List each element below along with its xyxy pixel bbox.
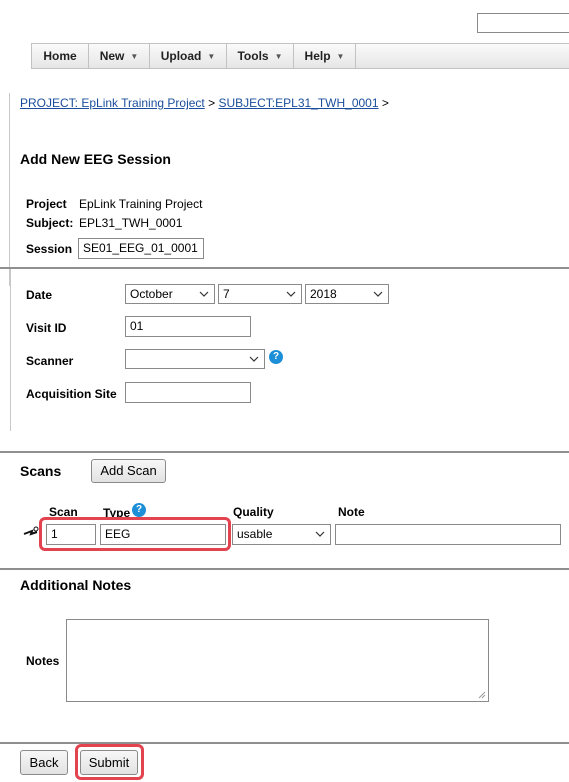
scanner-select[interactable] <box>125 349 265 369</box>
acquisition-site-input[interactable] <box>125 382 251 403</box>
notes-label: Notes <box>26 654 60 668</box>
chevron-down-icon: ▼ <box>130 52 139 61</box>
nav-upload[interactable]: Upload ▼ <box>150 44 227 68</box>
chevron-down-icon <box>249 356 259 362</box>
chevron-down-icon: ▼ <box>274 52 283 61</box>
chevron-down-icon: ▼ <box>207 52 216 61</box>
nav-help[interactable]: Help ▼ <box>294 44 356 68</box>
nav-home-label: Home <box>43 49 77 63</box>
date-month-value: October <box>130 287 173 301</box>
nav-tools[interactable]: Tools ▼ <box>227 44 294 68</box>
date-day-value: 7 <box>223 287 230 301</box>
breadcrumb-subject-link[interactable]: SUBJECT:EPL31_TWH_0001 <box>218 96 378 110</box>
chevron-down-icon <box>286 291 296 297</box>
scanner-label: Scanner <box>26 354 74 368</box>
nav-tools-label: Tools <box>237 49 269 63</box>
top-nav: Home New ▼ Upload ▼ Tools ▼ Help ▼ <box>31 43 569 69</box>
note-column-header: Note <box>338 505 365 519</box>
breadcrumb-separator: > <box>208 96 216 110</box>
drag-handle-icon[interactable] <box>23 526 39 540</box>
visit-id-label: Visit ID <box>26 321 67 335</box>
date-month-select[interactable]: October <box>125 284 215 304</box>
additional-notes-title: Additional Notes <box>20 577 132 593</box>
resize-grip-icon[interactable] <box>477 690 486 699</box>
help-icon[interactable]: ? <box>132 503 146 517</box>
breadcrumb: PROJECT: EpLink Training Project > SUBJE… <box>20 96 389 110</box>
acquisition-site-label: Acquisition Site <box>26 387 117 401</box>
scan-quality-select[interactable]: usable <box>232 524 331 545</box>
nav-upload-label: Upload <box>160 49 202 63</box>
date-day-select[interactable]: 7 <box>218 284 302 304</box>
nav-new-label: New <box>99 49 125 63</box>
divider <box>0 568 569 570</box>
add-scan-button[interactable]: Add Scan <box>91 459 166 483</box>
chevron-down-icon <box>373 291 383 297</box>
project-label: Project <box>26 197 67 211</box>
help-icon[interactable]: ? <box>269 350 283 364</box>
date-year-select[interactable]: 2018 <box>305 284 389 304</box>
subject-value: EPL31_TWH_0001 <box>79 216 183 230</box>
scans-title: Scans <box>20 463 62 479</box>
page-title: Add New EEG Session <box>20 151 171 167</box>
nav-new[interactable]: New ▼ <box>89 44 150 68</box>
date-label: Date <box>26 288 53 302</box>
nav-home[interactable]: Home <box>32 44 89 68</box>
subject-label: Subject: <box>26 216 74 230</box>
chevron-down-icon <box>315 531 325 537</box>
divider <box>0 267 569 269</box>
project-value: EpLink Training Project <box>79 197 203 211</box>
chevron-down-icon: ▼ <box>336 52 345 61</box>
scan-row-highlight <box>39 517 231 551</box>
search-input[interactable] <box>477 13 569 33</box>
submit-highlight <box>75 744 144 780</box>
nav-help-label: Help <box>304 49 331 63</box>
chevron-down-icon <box>199 291 209 297</box>
scan-quality-value: usable <box>237 527 273 541</box>
session-label: Session <box>26 242 73 256</box>
scan-note-input[interactable] <box>335 524 561 545</box>
form-left-edge <box>10 269 11 431</box>
visit-id-input[interactable]: 01 <box>125 316 251 337</box>
quality-column-header: Quality <box>233 505 274 519</box>
sidebar-edge <box>0 93 10 286</box>
session-input[interactable]: 0001_01_SE01_EEG <box>78 238 204 259</box>
date-year-value: 2018 <box>310 287 337 301</box>
breadcrumb-project-link[interactable]: PROJECT: EpLink Training Project <box>20 96 205 110</box>
notes-textarea[interactable] <box>66 619 489 702</box>
breadcrumb-separator: > <box>381 96 389 110</box>
divider <box>0 451 569 453</box>
back-button[interactable]: Back <box>20 750 68 775</box>
